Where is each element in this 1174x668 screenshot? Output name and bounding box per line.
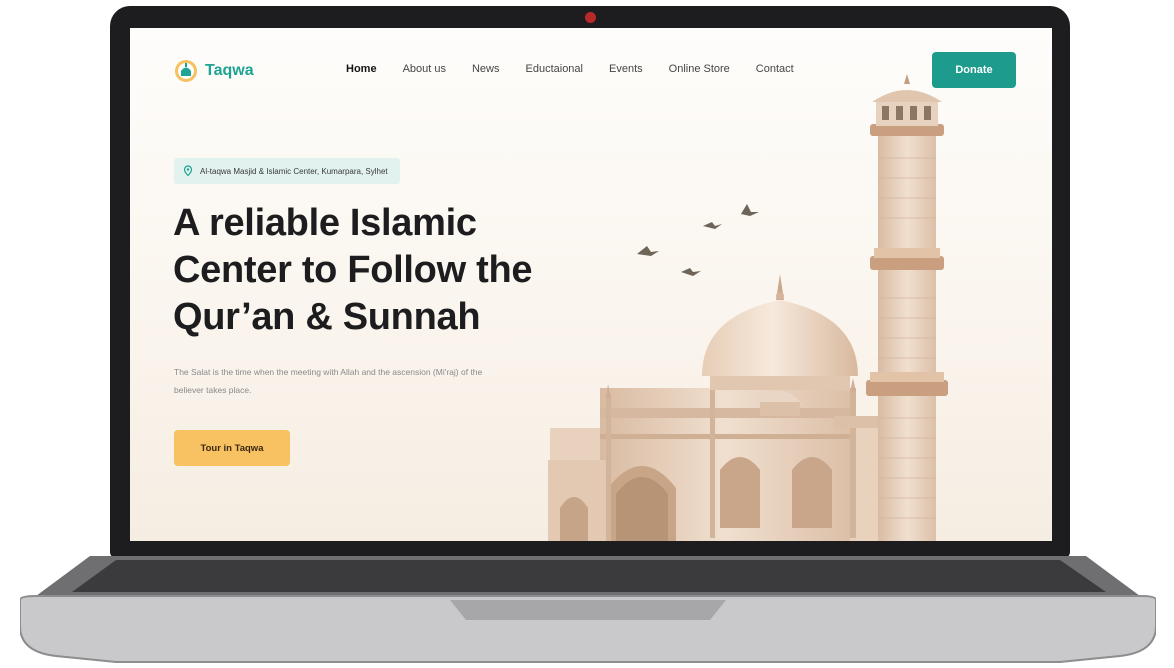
brand-name: Taqwa [205, 62, 254, 79]
nav-link-events[interactable]: Events [609, 63, 643, 75]
location-text: Al-taqwa Masjid & Islamic Center, Kumarp… [200, 166, 388, 176]
hero-description: The Salat is the time when the meeting w… [174, 367, 483, 395]
webcam-icon [585, 12, 596, 23]
nav-link-about-us[interactable]: About us [403, 63, 446, 75]
location-pin-icon [183, 165, 193, 177]
birds-icon [637, 204, 759, 276]
laptop-base [20, 556, 1156, 664]
website-screen: Taqwa Home About us News Eductaional Eve… [130, 28, 1052, 541]
nav-link-contact[interactable]: Contact [756, 63, 794, 75]
nav-link-online-store[interactable]: Online Store [669, 63, 730, 75]
nav-link-educational[interactable]: Eductaional [526, 63, 584, 75]
brand-logo[interactable]: Taqwa [174, 59, 254, 83]
main-nav: Home About us News Eductaional Events On… [346, 63, 794, 75]
nav-link-news[interactable]: News [472, 63, 500, 75]
donate-button[interactable]: Donate [932, 52, 1016, 88]
tour-button[interactable]: Tour in Taqwa [174, 430, 290, 466]
mosque-lantern-icon [175, 60, 197, 82]
location-badge: Al-taqwa Masjid & Islamic Center, Kumarp… [174, 158, 400, 184]
hero-title: A reliable Islamic Center to Follow the … [173, 202, 533, 338]
nav-link-home[interactable]: Home [346, 63, 377, 75]
